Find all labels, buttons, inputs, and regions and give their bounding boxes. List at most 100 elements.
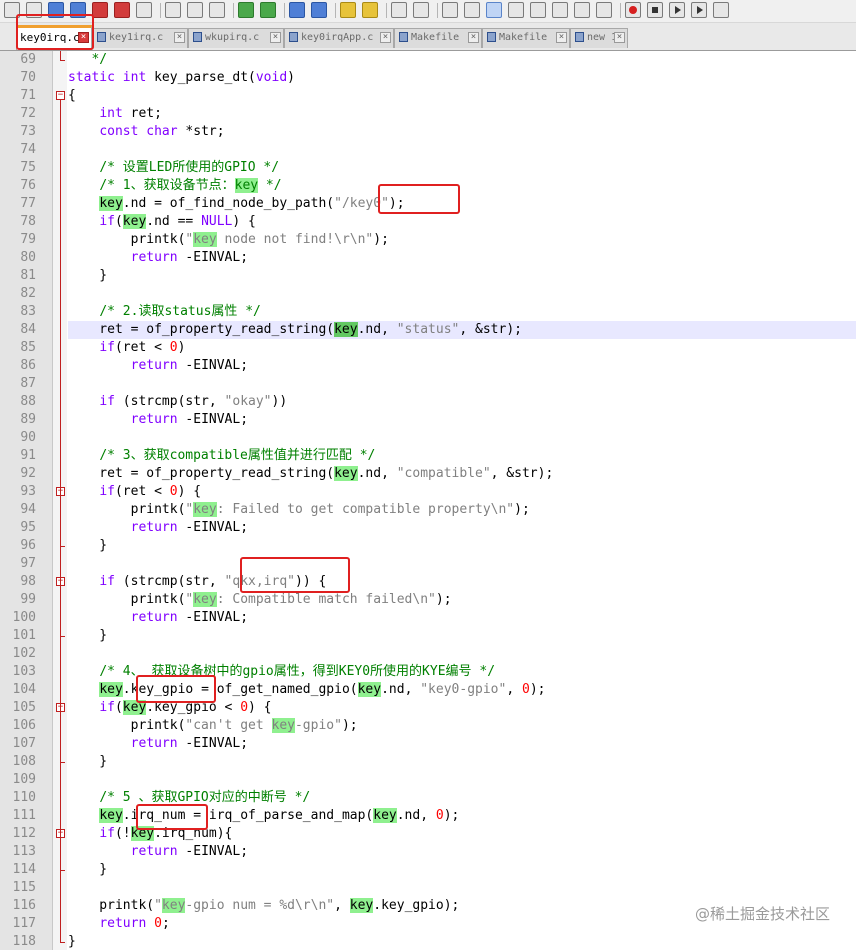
code-line[interactable]: /* 1、获取设备节点：key */	[68, 177, 856, 195]
tab-label: Makefile	[411, 32, 460, 43]
replace-icon[interactable]	[311, 2, 327, 18]
line-number: 113	[12, 844, 36, 859]
tab-key1irq-c[interactable]: key1irq.c ×	[92, 28, 188, 48]
code-line[interactable]: return -EINVAL;	[68, 411, 856, 429]
code-line[interactable]: }	[68, 537, 856, 555]
code-line[interactable]: if(ret < 0) {	[68, 483, 856, 501]
code-line[interactable]: return -EINVAL;	[68, 249, 856, 267]
record-macro-icon[interactable]	[625, 2, 641, 18]
tab-makefile[interactable]: Makefile ×	[394, 28, 482, 48]
code-line[interactable]: /* 5 、获取GPIO对应的中断号 */	[68, 789, 856, 807]
print-icon[interactable]	[136, 2, 152, 18]
close-tab-icon[interactable]: ×	[380, 32, 391, 43]
code-line[interactable]: if(ret < 0)	[68, 339, 856, 357]
lang-icon[interactable]	[508, 2, 524, 18]
code-line[interactable]: }	[68, 861, 856, 879]
code-line[interactable]: }	[68, 267, 856, 285]
close-tab-icon[interactable]: ×	[468, 32, 479, 43]
code-line[interactable]	[68, 771, 856, 789]
code-line[interactable]: if(key.nd == NULL) {	[68, 213, 856, 231]
redo-icon[interactable]	[260, 2, 276, 18]
code-line[interactable]: if(!key.irq_num){	[68, 825, 856, 843]
close-all-icon[interactable]	[114, 2, 130, 18]
folder-workspace-icon[interactable]	[574, 2, 590, 18]
cut-icon[interactable]	[165, 2, 181, 18]
code-line[interactable]: static int key_parse_dt(void)	[68, 69, 856, 87]
code-line[interactable]: ret = of_property_read_string(key.nd, "c…	[68, 465, 856, 483]
code-line[interactable]	[68, 375, 856, 393]
function-list-icon[interactable]	[552, 2, 568, 18]
save-macro-icon[interactable]	[713, 2, 729, 18]
close-icon[interactable]	[92, 2, 108, 18]
code-line[interactable]: key.nd = of_find_node_by_path("/key0");	[68, 195, 856, 213]
code-line[interactable]: /* 2.读取status属性 */	[68, 303, 856, 321]
code-line[interactable]: if (strcmp(str, "okay"))	[68, 393, 856, 411]
tab-key0irqapp-c[interactable]: key0irqApp.c ×	[284, 28, 394, 48]
code-line[interactable]: int ret;	[68, 105, 856, 123]
show-all-chars-icon[interactable]	[464, 2, 480, 18]
new-file-icon[interactable]	[4, 2, 20, 18]
doc-map-icon[interactable]	[530, 2, 546, 18]
code-editor[interactable]: 69 70 71 72 73 74 75 76 77 78 79 80 81 82 83 84 85 86 87 88…	[0, 51, 856, 950]
open-file-icon[interactable]	[26, 2, 42, 18]
fold-toggle-icon[interactable]: −	[56, 91, 65, 100]
code-line[interactable]	[68, 141, 856, 159]
code-line[interactable]: key.irq_num = irq_of_parse_and_map(key.n…	[68, 807, 856, 825]
line-number: 107	[12, 736, 36, 751]
tab-wkupirq-c[interactable]: wkupirq.c ×	[188, 28, 284, 48]
play-macro-icon[interactable]	[669, 2, 685, 18]
sync-horizontal-icon[interactable]	[413, 2, 429, 18]
code-line[interactable]: printk("can't get key-gpio");	[68, 717, 856, 735]
undo-icon[interactable]	[238, 2, 254, 18]
code-line[interactable]: /* 设置LED所使用的GPIO */	[68, 159, 856, 177]
code-line[interactable]: return -EINVAL;	[68, 735, 856, 753]
code-line[interactable]: return -EINVAL;	[68, 357, 856, 375]
zoom-in-icon[interactable]	[340, 2, 356, 18]
code-area[interactable]: */static int key_parse_dt(void){ int ret…	[68, 51, 856, 950]
code-line[interactable]	[68, 285, 856, 303]
stop-macro-icon[interactable]	[647, 2, 663, 18]
tab-makefile[interactable]: Makefile ×	[482, 28, 570, 48]
paste-icon[interactable]	[209, 2, 225, 18]
code-line[interactable]: printk("key node not find!\r\n");	[68, 231, 856, 249]
code-line[interactable]: key.key_gpio = of_get_named_gpio(key.nd,…	[68, 681, 856, 699]
code-line[interactable]: /* 3、获取compatible属性值并进行匹配 */	[68, 447, 856, 465]
find-icon[interactable]	[289, 2, 305, 18]
code-line[interactable]: if (strcmp(str, "qkx,irq")) {	[68, 573, 856, 591]
code-line[interactable]	[68, 879, 856, 897]
code-line[interactable]: }	[68, 627, 856, 645]
code-line[interactable]: }	[68, 933, 856, 951]
zoom-out-icon[interactable]	[362, 2, 378, 18]
line-number: 78	[20, 214, 36, 229]
save-icon[interactable]	[48, 2, 64, 18]
code-line[interactable]: }	[68, 753, 856, 771]
close-tab-icon[interactable]: ×	[614, 32, 625, 43]
copy-icon[interactable]	[187, 2, 203, 18]
code-line[interactable]	[68, 645, 856, 663]
code-line[interactable]: ret = of_property_read_string(key.nd, "s…	[68, 321, 856, 339]
code-line[interactable]: */	[68, 51, 856, 69]
monitor-icon[interactable]	[596, 2, 612, 18]
word-wrap-icon[interactable]	[442, 2, 458, 18]
close-tab-icon[interactable]: ×	[78, 32, 89, 43]
code-line[interactable]	[68, 429, 856, 447]
indent-guide-icon[interactable]	[486, 2, 502, 18]
code-line[interactable]: printk("key: Failed to get compatible pr…	[68, 501, 856, 519]
code-line[interactable]: return -EINVAL;	[68, 843, 856, 861]
code-line[interactable]: const char *str;	[68, 123, 856, 141]
tab-key0irq-c[interactable]: key0irq.c ×	[16, 25, 92, 50]
play-multiple-icon[interactable]	[691, 2, 707, 18]
close-tab-icon[interactable]: ×	[174, 32, 185, 43]
close-tab-icon[interactable]: ×	[556, 32, 567, 43]
code-line[interactable]: if(key.key_gpio < 0) {	[68, 699, 856, 717]
tab-new-1[interactable]: new 1 ×	[570, 28, 628, 48]
code-line[interactable]: /* 4、 获取设备树中的gpio属性，得到KEY0所使用的KYE编号 */	[68, 663, 856, 681]
code-line[interactable]	[68, 555, 856, 573]
code-line[interactable]: {	[68, 87, 856, 105]
close-tab-icon[interactable]: ×	[270, 32, 281, 43]
code-line[interactable]: printk("key: Compatible match failed\n")…	[68, 591, 856, 609]
code-line[interactable]: return -EINVAL;	[68, 609, 856, 627]
sync-vertical-icon[interactable]	[391, 2, 407, 18]
code-line[interactable]: return -EINVAL;	[68, 519, 856, 537]
save-all-icon[interactable]	[70, 2, 86, 18]
